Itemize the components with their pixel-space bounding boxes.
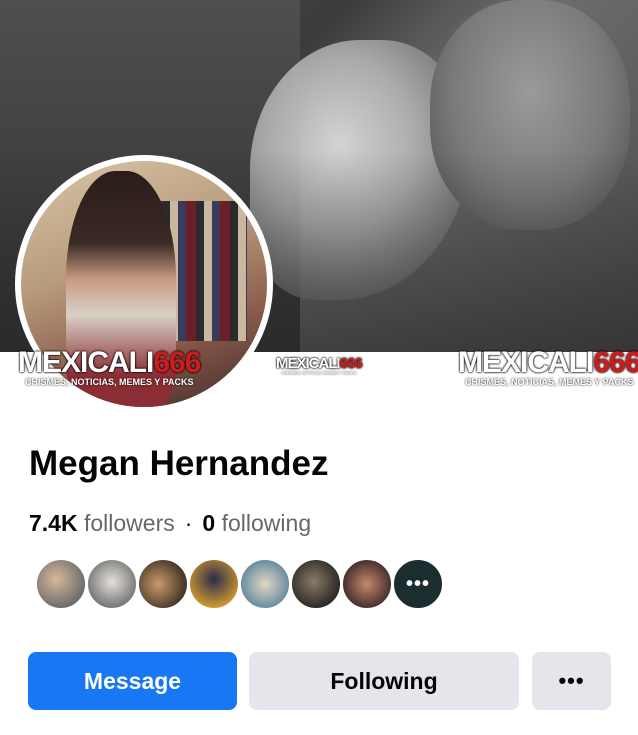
followers-label: followers [83,510,175,536]
watermark-center: MEXICALI666 CHISMES, NOTICIAS, MEMES Y P… [276,355,363,375]
following-count: 0 [202,510,216,536]
friend-avatar[interactable] [86,558,138,610]
profile-name: Megan Hernandez [29,444,329,483]
follow-stats: 7.4K followers · 0 following [29,510,311,537]
friend-avatar[interactable] [137,558,189,610]
friend-avatar[interactable] [188,558,240,610]
following-label: following [221,510,312,536]
more-dots-icon: ••• [405,572,430,595]
watermark-right: MEXICALI666 CHISMES, NOTICIAS, MEMES Y P… [458,346,638,387]
message-button[interactable]: Message [28,652,237,710]
followers-link[interactable]: 7.4K followers [29,510,175,536]
friend-avatar[interactable] [290,558,342,610]
friend-avatar[interactable] [341,558,393,610]
more-options-button[interactable]: ••• [532,652,611,710]
watermark-left: MEXICALI666 CHISMES, NOTICIAS, MEMES Y P… [18,346,201,387]
friend-avatar[interactable] [239,558,291,610]
more-friends-button[interactable]: ••• [392,558,444,610]
mutual-friends-row: ••• [35,558,444,610]
stats-separator: · [184,510,193,536]
following-button[interactable]: Following [249,652,519,710]
following-link[interactable]: 0 following [202,510,311,536]
more-options-icon: ••• [558,668,585,693]
followers-count: 7.4K [29,510,78,536]
friend-avatar[interactable] [35,558,87,610]
